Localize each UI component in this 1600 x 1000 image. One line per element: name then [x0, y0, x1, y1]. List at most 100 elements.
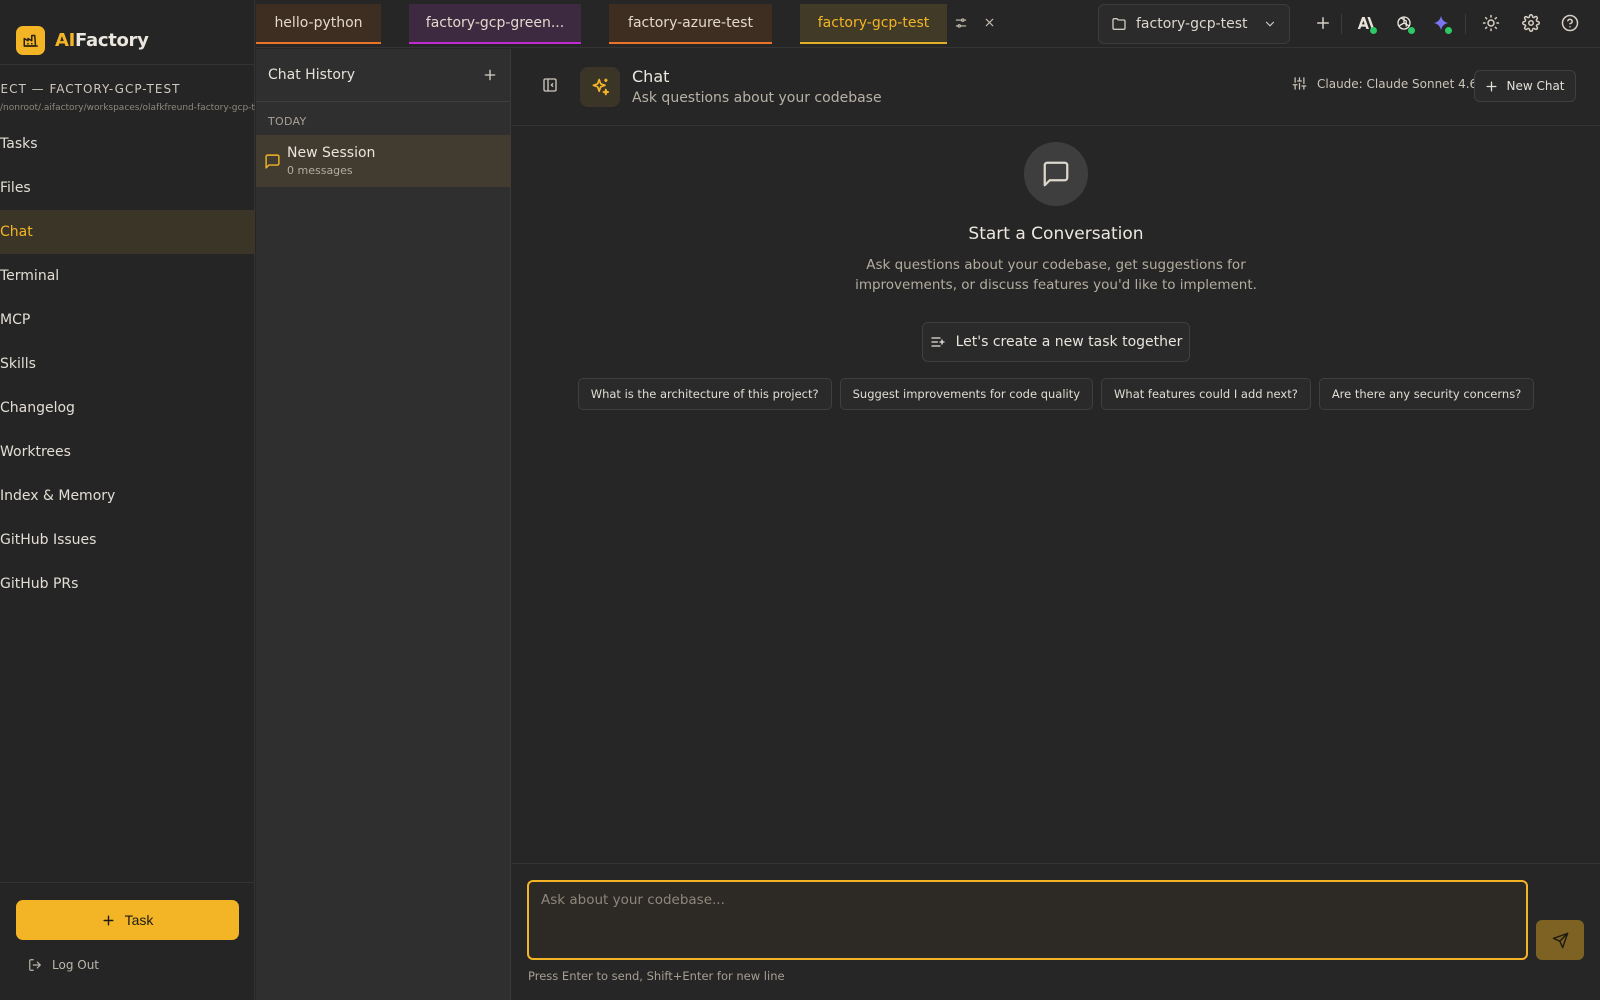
chat-main: Chat Ask questions about your codebase C…	[512, 49, 1600, 1000]
app-sidebar: AIFactory JECT — FACTORY-GCP-TEST /nonro…	[0, 0, 255, 1000]
chat-history-header: Chat History	[256, 49, 510, 102]
suggestion-list: What is the architecture of this project…	[577, 378, 1535, 410]
create-task-button[interactable]: Let's create a new task together	[922, 322, 1190, 362]
sidebar-item-changelog[interactable]: Changelog	[0, 386, 255, 430]
chevron-down-icon	[1265, 21, 1275, 27]
chat-history-title: Chat History	[268, 67, 355, 83]
new-chat-label: New Chat	[1506, 79, 1565, 93]
toolbar-separator	[1465, 14, 1466, 34]
project-tab-hello-python[interactable]: hello-python	[256, 4, 381, 44]
brand-name-ai: AI	[55, 29, 76, 51]
logout-label: Log Out	[52, 958, 100, 972]
brand-name: AIFactory	[55, 30, 149, 51]
sliders-icon	[1292, 77, 1307, 90]
project-tab-label: factory-gcp-green...	[425, 15, 565, 31]
sidebar-item-label: Tasks	[0, 136, 38, 152]
logout-button[interactable]: Log Out	[28, 958, 99, 972]
sidebar-item-github-issues[interactable]: GitHub Issues	[0, 518, 255, 562]
tab-settings-sliders-icon[interactable]	[954, 16, 968, 30]
new-session-plus-icon[interactable]	[482, 67, 498, 83]
close-tab-icon[interactable]	[983, 16, 996, 29]
send-icon	[1552, 932, 1568, 948]
create-task-label: Let's create a new task together	[955, 334, 1183, 350]
suggestion-chip[interactable]: What is the architecture of this project…	[577, 378, 832, 410]
status-dot	[1408, 27, 1415, 34]
composer-divider	[512, 863, 1600, 864]
history-group-label: TODAY	[268, 115, 307, 128]
model-selector-label: Claude: Claude Sonnet 4.6	[1317, 76, 1478, 91]
chat-input[interactable]	[527, 880, 1528, 960]
sidebar-item-label: GitHub PRs	[0, 576, 79, 592]
chat-title: Chat	[632, 67, 670, 86]
brand[interactable]: AIFactory	[16, 25, 149, 55]
sidebar-item-index-memory[interactable]: Index & Memory	[0, 474, 255, 518]
input-hint: Press Enter to send, Shift+Enter for new…	[528, 969, 785, 983]
plus-icon	[103, 914, 114, 926]
sidebar-item-label: MCP	[0, 312, 31, 328]
factory-logo-icon	[16, 25, 45, 55]
anthropic-icon[interactable]	[1357, 14, 1377, 34]
project-tab-factory-azure-test[interactable]: factory-azure-test	[609, 4, 772, 44]
suggestion-chip[interactable]: Are there any security concerns?	[1318, 378, 1535, 410]
sidebar-item-label: Terminal	[0, 268, 60, 284]
project-selector[interactable]: factory-gcp-test	[1098, 4, 1290, 44]
help-icon[interactable]	[1561, 14, 1579, 32]
history-session-title: New Session	[287, 145, 376, 161]
sparkles-icon	[580, 67, 620, 107]
project-label: JECT — FACTORY-GCP-TEST	[0, 82, 181, 96]
sidebar-item-label: Files	[0, 180, 31, 196]
sidebar-item-github-prs[interactable]: GitHub PRs	[0, 562, 255, 606]
new-task-button[interactable]: Task	[16, 900, 239, 940]
project-tab-factory-gcp-test[interactable]: factory-gcp-test	[800, 4, 947, 44]
list-plus-icon	[930, 337, 945, 347]
history-session-text: New Session 0 messages	[287, 145, 375, 177]
sidebar-item-label: Changelog	[0, 400, 75, 416]
plus-icon	[1487, 81, 1497, 91]
empty-state-title: Start a Conversation	[968, 224, 1144, 244]
logout-icon	[29, 959, 41, 971]
settings-gear-icon[interactable]	[1522, 14, 1540, 32]
chat-history-panel: Chat History TODAY New Session 0 message…	[256, 49, 511, 1000]
folder-icon	[1112, 18, 1126, 30]
brand-name-factory: Factory	[75, 29, 149, 51]
toolbar-separator	[1341, 14, 1342, 34]
gemini-icon[interactable]	[1432, 14, 1452, 34]
suggestion-chip[interactable]: What features could I add next?	[1101, 378, 1311, 410]
sidebar-item-terminal[interactable]: Terminal	[0, 254, 255, 298]
sidebar-item-files[interactable]: Files	[0, 166, 255, 210]
openai-icon[interactable]	[1395, 14, 1415, 34]
sidebar-item-label: Worktrees	[0, 444, 71, 460]
project-tab-label: factory-gcp-test	[817, 15, 930, 31]
model-selector[interactable]: Claude: Claude Sonnet 4.6	[1292, 76, 1477, 91]
project-tabs-bar: hello-python factory-gcp-green... factor…	[256, 0, 1600, 48]
sidebar-item-skills[interactable]: Skills	[0, 342, 255, 386]
project-tab-label: hello-python	[274, 15, 363, 31]
project-tab-label: factory-azure-test	[628, 15, 753, 31]
project-selector-value: factory-gcp-test	[1136, 16, 1248, 32]
new-chat-button[interactable]: New Chat	[1474, 70, 1576, 102]
send-button[interactable]	[1536, 920, 1584, 960]
new-task-label: Task	[124, 912, 154, 928]
theme-sun-icon[interactable]	[1482, 14, 1500, 32]
sidebar-item-label: Skills	[0, 356, 36, 372]
message-square-icon	[265, 153, 280, 169]
empty-state-description: Ask questions about your codebase, get s…	[855, 257, 1257, 293]
add-project-icon[interactable]	[1314, 14, 1332, 32]
sidebar-divider	[0, 64, 255, 65]
project-path: /nonroot/.aifactory/workspaces/olafkfreu…	[0, 103, 255, 113]
sidebar-item-tasks[interactable]: Tasks	[0, 122, 255, 166]
status-dot	[1445, 27, 1452, 34]
sidebar-item-label: Chat	[0, 224, 33, 240]
sidebar-item-label: Index & Memory	[0, 488, 116, 504]
collapse-panel-icon[interactable]	[542, 77, 558, 93]
project-tab-factory-gcp-green[interactable]: factory-gcp-green...	[409, 4, 581, 44]
sidebar-item-chat[interactable]: Chat	[0, 210, 255, 254]
suggestion-chip[interactable]: Suggest improvements for code quality	[839, 378, 1094, 410]
sidebar-nav: Tasks Files Chat Terminal MCP Skills Cha…	[0, 122, 255, 606]
sidebar-item-worktrees[interactable]: Worktrees	[0, 430, 255, 474]
sidebar-item-mcp[interactable]: MCP	[0, 298, 255, 342]
history-session-item[interactable]: New Session 0 messages	[256, 135, 511, 187]
conversation-icon	[1024, 142, 1088, 206]
status-dot	[1370, 27, 1377, 34]
sidebar-item-label: GitHub Issues	[0, 532, 97, 548]
